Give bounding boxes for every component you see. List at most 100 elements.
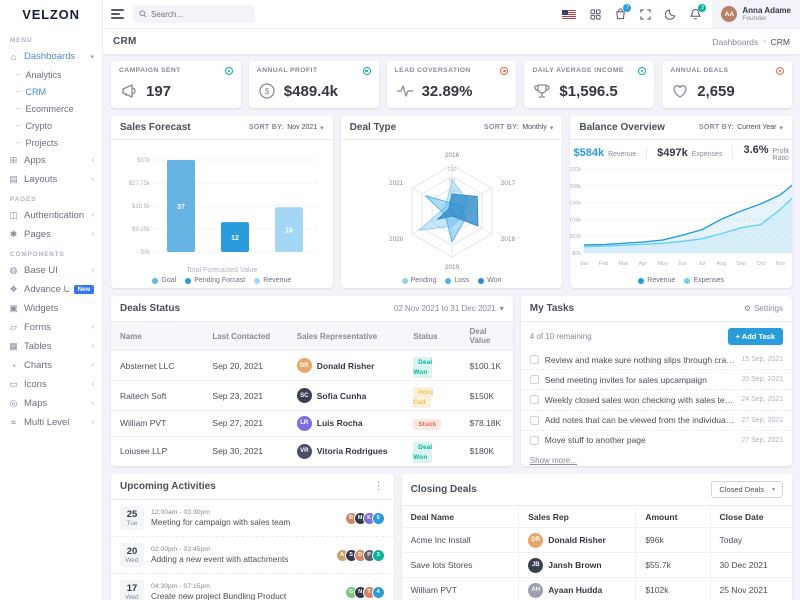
task-checkbox[interactable] [530,416,539,425]
column-header: Close Date [710,506,792,528]
deal-type-radar-chart: 2016201720182019202020210306090120 [352,151,552,274]
activity-item: 25Tue12:00am - 03:30pmMeeting for campai… [111,500,394,536]
add-task-button[interactable]: + Add Task [728,328,783,345]
balance-stat: $497kExpenses [647,147,733,159]
sidebar-item-advance-ui[interactable]: ❖Advance UINew [0,280,102,299]
deal-type-sort[interactable]: SORT BY:Monthly▾ [484,124,553,132]
breadcrumb: Dashboards › CRM [712,37,790,47]
kpi-card-2: LEAD COVERSATION32.89% [387,61,517,108]
chevron-down-icon: ▾ [550,124,554,132]
menu-toggle-icon[interactable] [111,7,124,22]
status-indicator-icon [776,67,784,75]
activity-item: 17Wed04:30pm - 07:15pmCreate new project… [111,573,394,600]
balance-overview-sort[interactable]: SORT BY:Current Year▾ [699,124,783,132]
task-checkbox[interactable] [530,355,539,364]
task-item: Review and make sure nothing slips throu… [521,350,792,369]
column-header: Sales Representative [288,322,405,351]
svg-text:$208k: $208k [570,184,581,190]
balance-overview-title: Balance Overview [579,122,665,133]
task-item: Add notes that can be viewed from the in… [521,410,792,430]
avatar-count-badge: 5 [372,512,385,525]
dark-mode-icon[interactable] [665,9,676,20]
status-badge: Deal Won [413,357,432,378]
cart-icon[interactable]: 7 [615,8,626,20]
sidebar-subitem-analytics[interactable]: –Analytics [0,66,102,83]
breadcrumb-dashboards[interactable]: Dashboards [712,37,758,47]
language-flag-icon[interactable] [562,10,576,19]
apps-grid-icon[interactable] [590,9,601,20]
svg-text:Jul: Jul [698,261,705,267]
chevron-right-icon: › [92,267,94,274]
my-tasks-card: My Tasks ⚙Settings 4 of 10 remaining + A… [521,296,792,466]
chevron-right-icon: › [92,231,94,238]
chevron-right-icon: › [92,381,94,388]
task-checkbox[interactable] [530,436,539,445]
svg-text:May: May [658,261,669,267]
sidebar-subitem-crypto[interactable]: –Crypto [0,117,102,134]
svg-text:2017: 2017 [500,180,515,187]
sidebar-item-maps[interactable]: ◎Maps› [0,394,102,413]
sidebar-subitem-crm[interactable]: –CRM [0,83,102,100]
task-checkbox[interactable] [530,395,539,404]
closing-deals-title: Closing Deals [411,484,477,495]
breadcrumb-current: CRM [771,37,790,47]
svg-text:$: $ [265,87,270,96]
search-input[interactable] [151,10,249,19]
svg-text:$104k: $104k [570,217,581,223]
avatar: JB [528,558,543,573]
tasks-list: Review and make sure nothing slips throu… [521,350,792,450]
layouts-icon: ▤ [8,174,19,185]
radar-chart-legend: PendingLossWon [402,277,502,284]
chevron-right-icon: › [92,212,94,219]
sidebar-item-tables[interactable]: ▦Tables› [0,337,102,356]
column-header: Sales Rep [519,506,636,528]
tasks-settings-button[interactable]: ⚙Settings [744,304,783,313]
kpi-label: CAMPAIGN SENT [119,67,181,74]
notifications-bell-icon[interactable]: 3 [690,8,701,20]
sidebar-item-multi-level[interactable]: ∝Multi Level› [0,413,102,432]
sidebar-item-layouts[interactable]: ▤Layouts› [0,170,102,189]
show-more-link[interactable]: Show more... [521,452,586,466]
sidebar-item-icons[interactable]: ▭Icons› [0,375,102,394]
closing-deals-filter[interactable]: Closed Deals▾ [711,481,783,498]
svg-text:$9.25k: $9.25k [132,227,151,233]
column-header: Amount [636,506,710,528]
sidebar-item-base-ui[interactable]: ◍Base UI› [0,261,102,280]
line-chart-legend: RevenueExpenses [638,277,724,284]
content: CAMPAIGN SENT197ANNUAL PROFIT$$489.4kLEA… [103,54,800,600]
user-menu[interactable]: AA Anna Adame Founder [712,0,800,28]
upcoming-activities-card: Upcoming Activities ⋮ 25Tue12:00am - 03:… [111,474,394,600]
fullscreen-icon[interactable] [640,9,651,20]
sales-forecast-sort[interactable]: SORT BY:Nov 2021▾ [249,124,324,132]
status-badge: Intro Call [413,387,433,408]
pulse-icon [395,81,415,101]
sales-forecast-bar-chart: $0k$9.25k$18.5k$27.75k$37k371218 [122,154,322,267]
svg-text:$27.75k: $27.75k [128,181,150,187]
sidebar-subitem-ecommerce[interactable]: –Ecommerce [0,100,102,117]
search-icon [139,10,147,18]
charts-icon: ◔ [8,361,19,371]
sidebar-subitem-projects[interactable]: –Projects [0,134,102,151]
table-row: Acme Inc InstallDRDonald Risher$96kToday [402,528,792,553]
deals-period-select[interactable]: 02 Nov 2021 to 31 Dec 2021▾ [394,304,504,313]
sidebar-item-charts[interactable]: ◔Charts› [0,356,102,375]
kebab-menu-icon[interactable]: ⋮ [374,481,385,492]
sidebar-item-apps[interactable]: ⊞Apps› [0,151,102,170]
page-title: CRM [113,36,137,47]
sidebar-item-widgets[interactable]: ▣Widgets [0,299,102,318]
sales-forecast-title: Sales Forecast [120,122,191,133]
balance-line-chart: $0k$52k$104k$156k$208k$260kJanFebMarAprM… [570,165,792,274]
chevron-right-icon: › [92,400,94,407]
task-checkbox[interactable] [530,375,539,384]
dollar-icon: $ [257,81,277,101]
activities-list: 25Tue12:00am - 03:30pmMeeting for campai… [111,500,394,600]
app-logo[interactable]: VELZON [0,0,102,28]
sidebar-item-dashboards[interactable]: ⌂Dashboards▾ [0,47,102,66]
sidebar-item-authentication[interactable]: ◫Authentication› [0,206,102,225]
search-box[interactable] [133,5,255,23]
my-tasks-title: My Tasks [530,303,574,314]
sidebar-item-pages[interactable]: ✱Pages› [0,225,102,244]
topbar: 7 3 AA Anna Adame Founder [103,0,800,28]
status-indicator-icon [363,67,371,75]
sidebar-item-forms[interactable]: ▱Forms› [0,318,102,337]
